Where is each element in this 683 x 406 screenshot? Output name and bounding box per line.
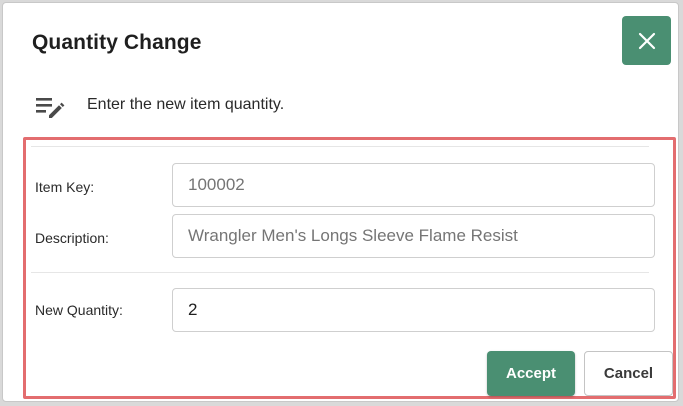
close-icon	[638, 32, 655, 49]
quantity-change-dialog: Quantity Change Enter the new item quant…	[2, 2, 679, 402]
description-input[interactable]	[172, 214, 655, 258]
item-key-input[interactable]	[172, 163, 655, 207]
item-key-label: Item Key:	[35, 179, 95, 195]
form-divider	[31, 272, 649, 273]
form-divider	[31, 146, 649, 147]
dialog-title: Quantity Change	[32, 31, 202, 54]
instruction-text: Enter the new item quantity.	[87, 96, 285, 113]
accept-button[interactable]: Accept	[487, 351, 575, 396]
new-quantity-label: New Quantity:	[35, 302, 123, 318]
cancel-button[interactable]: Cancel	[584, 351, 673, 396]
description-label: Description:	[35, 230, 109, 246]
new-quantity-input[interactable]	[172, 288, 655, 332]
close-button[interactable]	[622, 16, 671, 65]
edit-list-icon	[36, 98, 65, 118]
quantity-form-panel: Item Key: Description: New Quantity: Acc…	[23, 137, 676, 399]
